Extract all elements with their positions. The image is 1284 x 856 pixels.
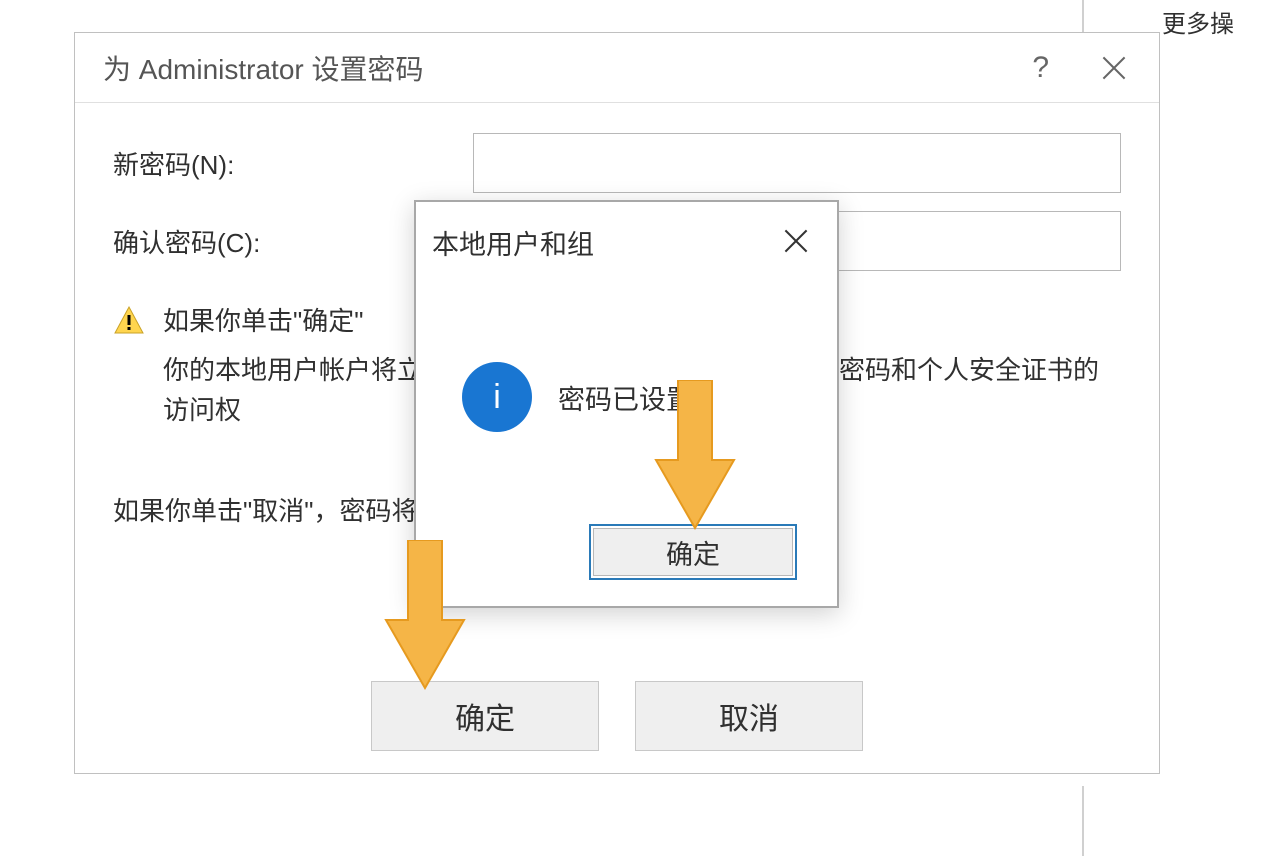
- confirmation-button-wrap: 确定: [589, 524, 797, 580]
- more-actions-text: 更多操: [1162, 4, 1234, 39]
- info-icon: i: [462, 362, 532, 432]
- close-icon[interactable]: [783, 228, 809, 254]
- new-password-row: 新密码(N):: [113, 133, 1121, 193]
- new-password-label: 新密码(N):: [113, 145, 473, 182]
- background-divider: [1082, 786, 1084, 856]
- default-button-highlight: 确定: [589, 524, 797, 580]
- confirmation-title: 本地用户和组: [432, 223, 594, 262]
- dialog-title: 为 Administrator 设置密码: [103, 48, 424, 88]
- annotation-arrow-icon: [380, 540, 470, 690]
- confirmation-dialog: 本地用户和组 i 密码已设置。 确定: [414, 200, 839, 608]
- confirmation-titlebar: 本地用户和组: [416, 202, 837, 282]
- dialog-titlebar: 为 Administrator 设置密码 ?: [75, 33, 1159, 103]
- dialog-button-row: 确定 取消: [75, 681, 1159, 751]
- new-password-input[interactable]: [473, 133, 1121, 193]
- confirmation-body: i 密码已设置。: [416, 282, 837, 432]
- cancel-button[interactable]: 取消: [635, 681, 863, 751]
- annotation-arrow-icon: [650, 380, 740, 530]
- close-icon[interactable]: [1099, 53, 1129, 83]
- confirmation-ok-button[interactable]: 确定: [593, 528, 793, 576]
- help-button[interactable]: ?: [1032, 51, 1049, 85]
- warning-icon: [113, 305, 145, 337]
- ok-button[interactable]: 确定: [371, 681, 599, 751]
